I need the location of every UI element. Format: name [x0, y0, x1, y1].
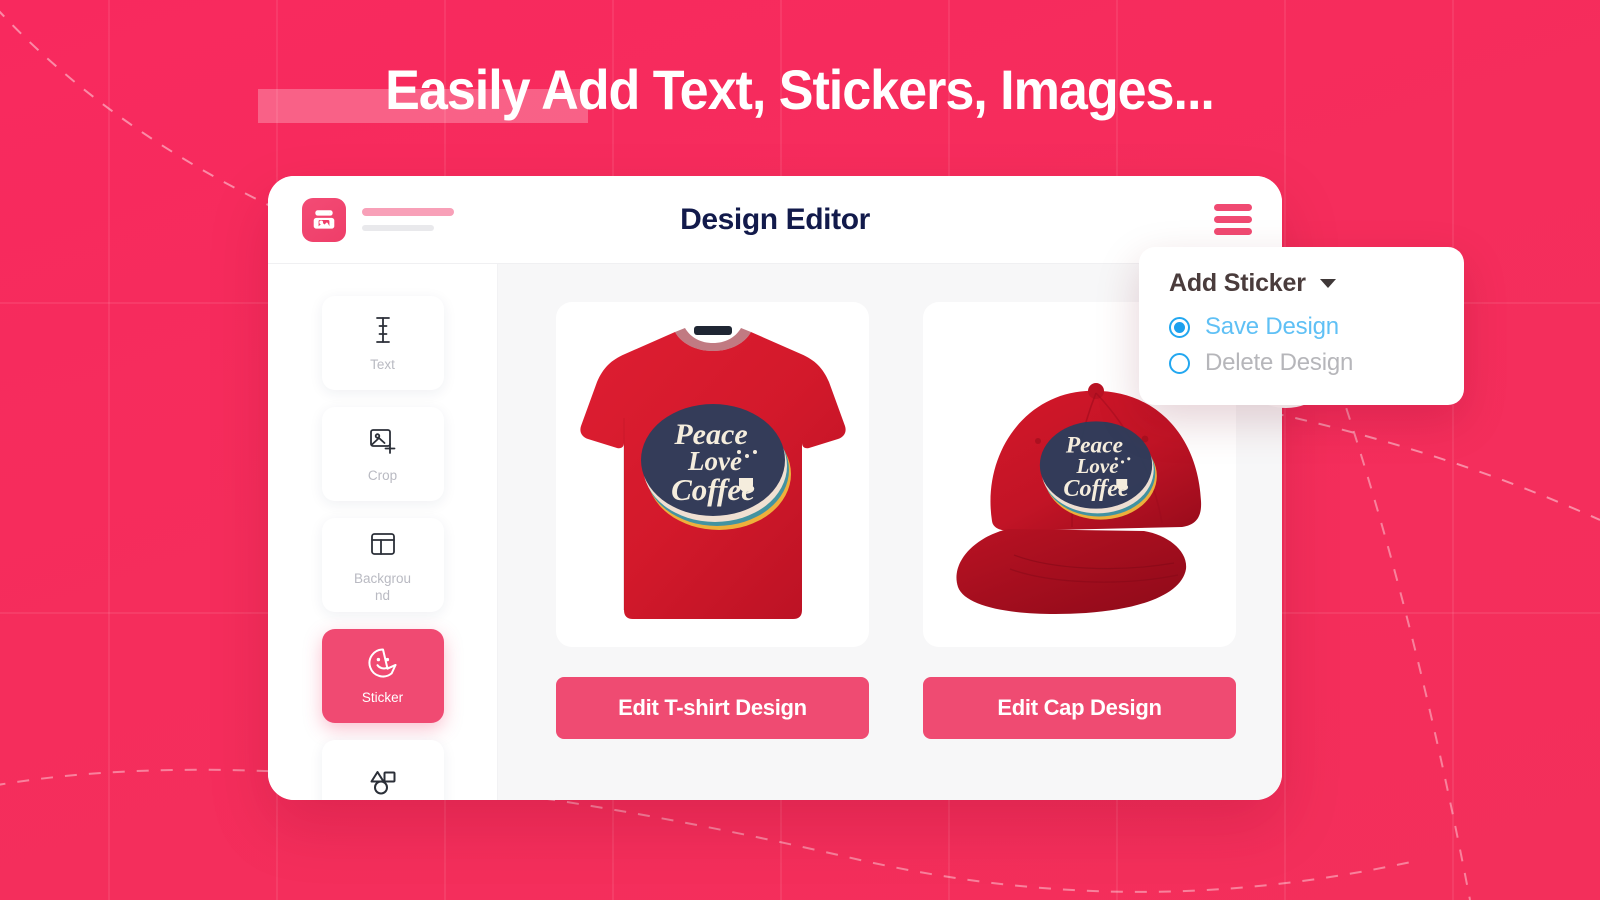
sidebar-item-background[interactable]: Background: [321, 518, 444, 612]
radio-button-save-design[interactable]: [1169, 316, 1190, 338]
panel-body: Text Crop Background Sticker Peace Love …: [268, 264, 1282, 800]
sticker-smiley-icon: [366, 646, 400, 680]
artwork-line-2: Love: [1075, 453, 1118, 477]
product-row: Peace Love Coffee Edit T-shirt Design Pe…: [556, 302, 1236, 739]
plotter-printer-icon: [302, 197, 346, 242]
headline-container: Easily Add Text, Stickers, Images...: [0, 48, 1600, 132]
hamburger-bar: [1214, 228, 1252, 235]
hamburger-menu-icon[interactable]: [1212, 198, 1254, 241]
sidebar-item-label: Text: [370, 357, 395, 372]
shapes-icon: [367, 766, 399, 800]
sidebar-item-sticker[interactable]: Sticker: [321, 629, 444, 723]
radio-button-delete-design[interactable]: [1169, 352, 1190, 374]
layout-icon: [368, 527, 398, 561]
sidebar-item-crop[interactable]: Crop: [321, 407, 444, 501]
sidebar-item-text[interactable]: Text: [321, 296, 444, 390]
edit-cap-design-button[interactable]: Edit Cap Design: [923, 677, 1236, 739]
dropdown-title: Add Sticker: [1169, 269, 1306, 297]
chevron-down-icon[interactable]: [1319, 279, 1336, 288]
brand-line-secondary: [362, 225, 434, 231]
edit-tshirt-design-button[interactable]: Edit T-shirt Design: [556, 677, 869, 739]
dropdown-option-delete-design[interactable]: Delete Design: [1169, 345, 1464, 381]
dropdown-option-label: Save Design: [1205, 313, 1339, 340]
dropdown-option-save-design[interactable]: Save Design: [1169, 309, 1464, 345]
tshirt-preview-card[interactable]: Peace Love Coffee: [556, 302, 869, 647]
hamburger-bar: [1214, 204, 1252, 211]
add-image-icon: [368, 424, 398, 458]
sidebar-item-label: Crop: [367, 468, 398, 483]
sidebar-item-shapes[interactable]: [321, 740, 444, 800]
sidebar-item-label: Background: [353, 570, 412, 603]
app-panel: Design Editor Text Crop Background Stick…: [268, 176, 1282, 800]
sidebar-item-label: Sticker: [361, 690, 404, 705]
brand: [302, 197, 454, 242]
product-tshirt: Peace Love Coffee Edit T-shirt Design: [556, 302, 869, 739]
page-root: Easily Add Text, Stickers, Images... Des…: [0, 0, 1600, 900]
hamburger-bar: [1214, 216, 1252, 223]
tshirt-mockup: Peace Love Coffee: [579, 325, 846, 619]
page-title: Easily Add Text, Stickers, Images...: [385, 58, 1216, 121]
add-sticker-dropdown-toggle[interactable]: Add Sticker: [1169, 269, 1464, 298]
add-sticker-dropdown: Add Sticker Save Design Delete Design: [1139, 247, 1464, 405]
topbar: Design Editor: [268, 176, 1282, 264]
brand-line-primary: [362, 208, 454, 216]
text-cursor-icon: [371, 313, 395, 347]
brand-placeholder-lines: [362, 208, 454, 231]
dropdown-option-label: Delete Design: [1205, 349, 1354, 376]
tool-sidebar: Text Crop Background Sticker: [268, 264, 498, 800]
